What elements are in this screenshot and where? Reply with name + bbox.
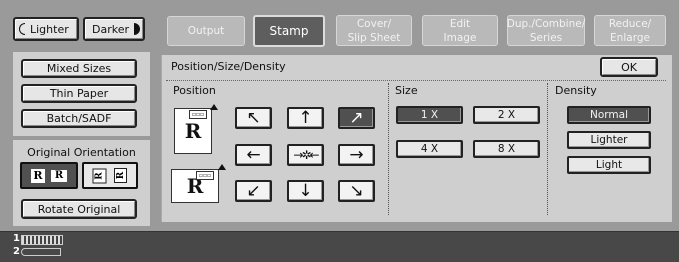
size-8x-label: 8 X [497,143,516,155]
density-lighter-button[interactable]: Lighter [567,131,651,149]
arrow-up-right-icon: ↗ [349,107,364,128]
tab-cover-line2: Slip Sheet [347,31,401,44]
upright-r-icon: R [31,168,45,183]
tab-edit-line1: Edit [449,17,471,30]
size-4x-label: 4 X [420,143,439,155]
tab-output[interactable]: Output [167,16,245,46]
orientation-rotated-button[interactable]: R R [82,162,138,189]
rotate-original-label: Rotate Original [37,202,121,216]
position-label: Position [173,84,216,97]
stamp-mark-bottom-icon: ▫▫▫ [196,171,214,180]
half-circle-left-icon [19,23,25,35]
tab-reduce-enlarge[interactable]: Reduce/Enlarge [594,15,666,46]
position-top-left-button[interactable]: ↖ [235,107,272,129]
thin-paper-button[interactable]: Thin Paper [21,84,137,103]
mixed-sizes-button[interactable]: Mixed Sizes [21,59,137,78]
tab-reduce-line2: Enlarge [610,31,650,44]
corner-triangle-bottom-icon [218,164,226,170]
progress-indicator-icon [21,235,63,245]
tab-dup-line2: Series [529,31,563,44]
size-4x-button[interactable]: 4 X [396,140,463,158]
arrow-down-left-icon: ↙ [246,180,261,201]
arrow-down-icon: ↓ [298,180,313,201]
arrow-up-icon: ↑ [298,107,313,128]
tab-stamp-label: Stamp [269,24,309,38]
stamp-mark-top-icon: ▫▫▫ [189,110,207,119]
tab-reduce-line1: Reduce/ [608,17,652,30]
size-2x-button[interactable]: 2 X [473,106,540,124]
mixed-sizes-label: Mixed Sizes [46,62,112,75]
panel-title: Position/Size/Density [171,60,286,73]
size-2x-label: 2 X [497,109,516,121]
tab-edit-image[interactable]: Edit Image [422,15,498,46]
darker-button[interactable]: Darker [83,17,145,41]
lighter-label: Lighter [30,22,69,36]
position-middle-right-button[interactable]: → [338,144,375,166]
status-line-1: 1 [13,233,20,244]
size-label: Size [395,84,418,97]
upright-r-small-icon: R [51,169,67,182]
rotated-r-small-icon: R [114,168,127,183]
tab-edit-line2: Image [443,31,477,44]
tab-output-label: Output [187,25,225,37]
thin-paper-label: Thin Paper [49,87,109,100]
tab-cover-slip-sheet[interactable]: Cover/Slip Sheet [336,15,412,46]
position-center-button[interactable]: →✲← [287,144,324,166]
panel-divider [166,80,666,81]
batch-sadf-button[interactable]: Batch/SADF [21,109,137,128]
status-bar [0,231,679,262]
density-lighter-label: Lighter [590,134,628,146]
position-middle-left-button[interactable]: ← [235,144,272,166]
size-1x-label: 1 X [420,109,439,121]
tab-cover-line1: Cover/ [356,17,392,30]
job-slot-2-icon [21,248,61,256]
size-density-divider [547,83,548,215]
rotated-r-icon: R [92,168,107,183]
ok-button[interactable]: OK [600,57,658,77]
density-light-button[interactable]: Light [567,156,651,174]
position-size-divider [388,83,389,215]
position-top-center-button[interactable]: ↑ [287,107,324,129]
position-top-right-button[interactable]: ↗ [338,107,375,129]
density-light-label: Light [595,159,623,171]
orientation-upright-button[interactable]: R R [20,162,78,189]
half-circle-right-icon [134,23,141,35]
position-bottom-right-button[interactable]: ↘ [338,180,375,202]
position-bottom-center-button[interactable]: ↓ [287,180,324,202]
density-label: Density [555,84,597,97]
darker-label: Darker [92,22,130,36]
corner-triangle-top-icon [210,104,218,110]
density-normal-button[interactable]: Normal [567,106,651,124]
lighter-button[interactable]: Lighter [13,17,79,41]
ok-label: OK [621,60,637,74]
size-1x-button[interactable]: 1 X [396,106,463,124]
tab-stamp[interactable]: Stamp [253,15,325,47]
density-normal-label: Normal [590,109,628,121]
tab-dup-line1: Dup./Combine/ [506,17,586,30]
center-burst-icon: →✲← [293,148,319,162]
orientation-title: Original Orientation [27,146,136,159]
arrow-up-left-icon: ↖ [246,107,261,128]
arrow-down-right-icon: ↘ [349,180,364,201]
arrow-right-icon: → [349,144,364,165]
position-bottom-left-button[interactable]: ↙ [235,180,272,202]
size-8x-button[interactable]: 8 X [473,140,540,158]
status-line-2: 2 [13,246,20,257]
tab-dup-combine-series[interactable]: Dup./Combine/Series [507,15,585,46]
screen: { "left": { "lighter_label": "Lighter", … [0,0,679,262]
arrow-left-icon: ← [246,144,261,165]
rotate-original-button[interactable]: Rotate Original [21,199,137,219]
batch-sadf-label: Batch/SADF [46,112,112,125]
